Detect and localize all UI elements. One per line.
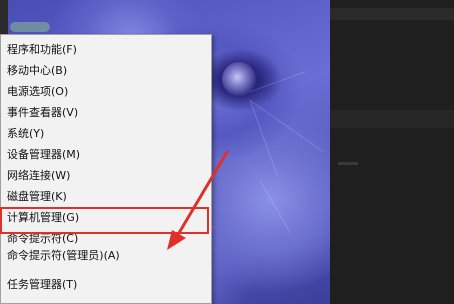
annotation-arrow-icon — [167, 150, 229, 250]
screenshot: 程序和功能(F) 移动中心(B) 电源选项(O) 事件查看器(V) 系统(Y) … — [0, 0, 454, 304]
